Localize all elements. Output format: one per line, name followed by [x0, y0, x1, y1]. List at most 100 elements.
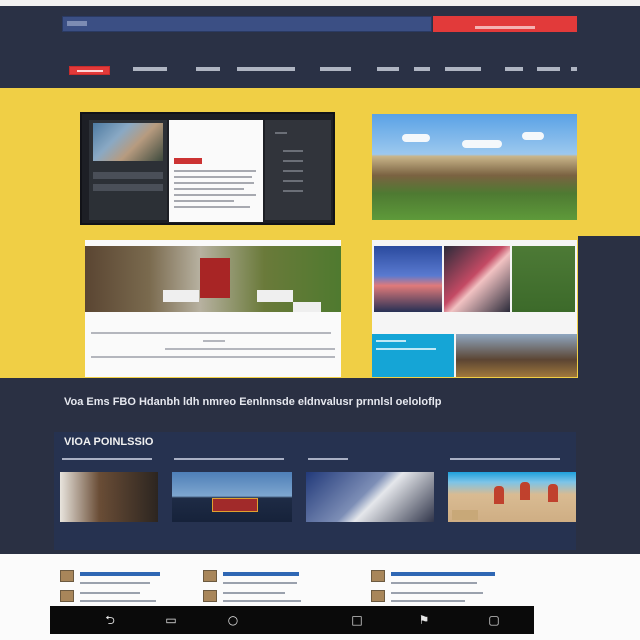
video-figure: [494, 486, 504, 504]
footer-item-title: [391, 572, 495, 576]
nav-item[interactable]: [505, 67, 523, 71]
sidebar-line: [283, 180, 303, 182]
nav-item[interactable]: [537, 67, 560, 71]
video-caption-line: [308, 458, 348, 460]
flag-icon[interactable]: ⚑: [416, 612, 432, 628]
grid-tile: [444, 246, 510, 312]
feature-card-grid[interactable]: [372, 240, 577, 377]
page: Voa Ems FBO Hdanbh ldh nmreo Eenlnnsde e…: [0, 0, 640, 640]
article-line: [174, 182, 254, 184]
article-line: [174, 200, 234, 202]
video-caption-line: [62, 458, 152, 460]
nav-item[interactable]: [377, 67, 399, 71]
cloud: [462, 140, 502, 148]
section-title: VIOA POINLSSIO: [64, 436, 154, 448]
footer-item[interactable]: [60, 568, 210, 608]
nav-item[interactable]: [571, 67, 577, 71]
footer-line: [391, 600, 465, 602]
nav-item-active-glyph: [76, 70, 103, 72]
photo-caption-line: [91, 332, 331, 334]
screen-sidebar: [265, 120, 331, 220]
band-cutout: [578, 236, 640, 378]
footer-thumbnail: [60, 570, 74, 582]
sidebar-line: [283, 160, 303, 162]
photo-image: [85, 246, 341, 312]
window-icon[interactable]: ▢: [486, 612, 502, 628]
video-card[interactable]: [306, 472, 434, 522]
screen-thumbnail: [93, 123, 163, 161]
video-card[interactable]: [172, 472, 292, 522]
headline: Voa Ems FBO Hdanbh ldh nmreo Eenlnnsde e…: [64, 396, 442, 408]
sidebar-line: [283, 190, 303, 192]
system-nav-bar: ⮌ ▭ ○ □ ⚑ ▢: [50, 606, 534, 634]
footer-thumbnail: [203, 570, 217, 582]
photo-label: [163, 290, 199, 302]
footer-item[interactable]: [371, 568, 521, 608]
tile-line: [376, 348, 436, 350]
footer-thumbnail: [60, 590, 74, 602]
article-line: [174, 206, 250, 208]
refresh-icon[interactable]: ○: [225, 612, 241, 628]
article-line: [174, 194, 256, 196]
screen-article: [169, 120, 263, 222]
nav-item[interactable]: [320, 67, 351, 71]
footer-line: [391, 582, 477, 584]
video-card[interactable]: [448, 472, 576, 522]
home-icon[interactable]: ▭: [163, 612, 179, 628]
footer-line: [223, 592, 285, 594]
nav-item[interactable]: [414, 67, 430, 71]
feature-card-landscape[interactable]: [372, 114, 577, 220]
sidebar-line: [283, 170, 303, 172]
video-card[interactable]: [60, 472, 158, 522]
footer-line: [80, 582, 150, 584]
nav-item[interactable]: [133, 67, 167, 71]
sidebar-line: [275, 132, 287, 134]
article-line: [174, 188, 244, 190]
photo-caption-line: [203, 340, 225, 342]
footer-item[interactable]: [203, 568, 353, 608]
footer-line: [223, 600, 301, 602]
article-tag: [174, 158, 202, 164]
feature-card-laptop[interactable]: [80, 112, 335, 225]
photo-red-panel: [200, 258, 230, 298]
nav-item-active[interactable]: [69, 66, 110, 75]
nav-item[interactable]: [445, 67, 481, 71]
footer-item-title: [223, 572, 299, 576]
nav-item[interactable]: [237, 67, 295, 71]
square-icon[interactable]: □: [349, 612, 365, 628]
footer-line: [391, 592, 483, 594]
search-bar[interactable]: [62, 16, 432, 32]
video-figure: [548, 484, 558, 502]
footer-item-title: [80, 572, 160, 576]
footer-line: [223, 582, 297, 584]
cloud: [402, 134, 430, 142]
grid-tile: [456, 334, 577, 377]
header: [0, 0, 640, 88]
article-line: [174, 170, 256, 172]
photo-label: [257, 290, 293, 302]
footer-line: [80, 592, 140, 594]
video-section: VIOA POINLSSIO: [54, 432, 576, 550]
footer-thumbnail: [203, 590, 217, 602]
article-line: [174, 176, 252, 178]
feature-card-photo[interactable]: [85, 240, 341, 377]
footer-line: [80, 600, 156, 602]
search-placeholder-glyph: [67, 21, 87, 26]
video-sign: [212, 498, 258, 512]
cta-label-glyph: [475, 25, 535, 29]
photo-caption-line: [91, 356, 335, 358]
footer-thumbnail: [371, 590, 385, 602]
footer-thumbnail: [371, 570, 385, 582]
sidebar-line: [283, 150, 303, 152]
photo-caption-line: [165, 348, 335, 350]
grid-tile: [512, 246, 575, 312]
screen-row: [93, 184, 163, 191]
screen-row: [93, 172, 163, 179]
top-strip: [0, 0, 640, 6]
tile-line: [376, 340, 406, 342]
video-tag: [452, 510, 478, 520]
nav-item[interactable]: [196, 67, 220, 71]
cta-button[interactable]: [433, 16, 577, 32]
back-icon[interactable]: ⮌: [102, 612, 118, 628]
grid-tile-blue: [372, 334, 454, 377]
